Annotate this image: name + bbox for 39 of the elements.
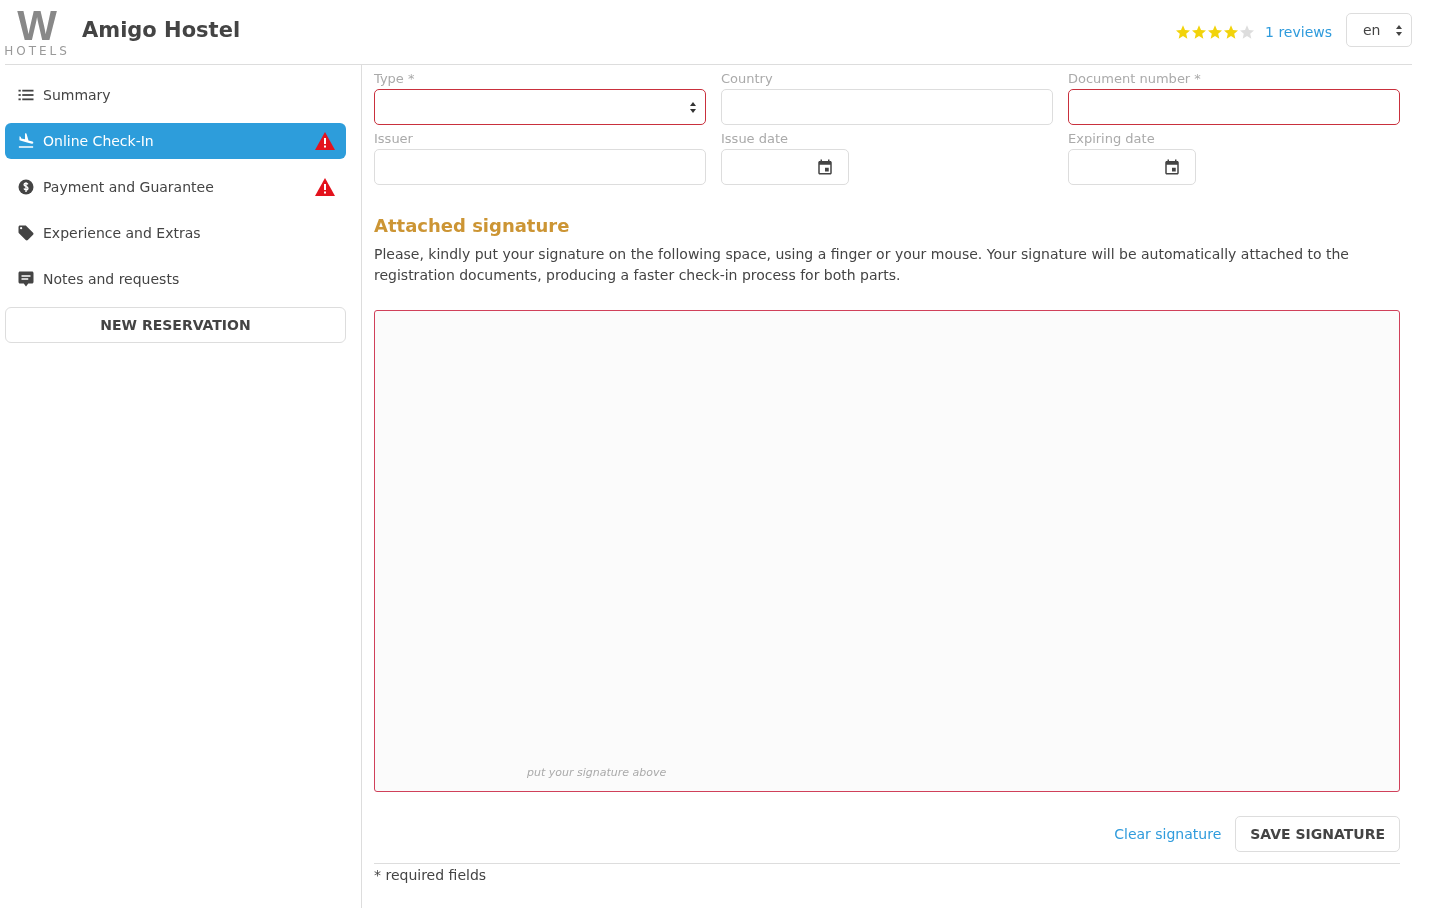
input-field[interactable]	[1068, 89, 1400, 125]
field-label: Document number *	[1068, 70, 1201, 88]
sidebar-item[interactable]: Payment and Guarantee	[5, 169, 346, 205]
sidebar-item[interactable]: Notes and requests	[5, 261, 346, 297]
field-label: Expiring date	[1068, 130, 1155, 148]
signature-description: Please, kindly put your signature on the following space, using a finger or your mouse. Your signature will be automatically attached to the registration documents, producing a faster check-in process for both parts.	[374, 245, 1350, 285]
chat-icon	[17, 270, 35, 288]
airplane-landing-icon	[17, 132, 35, 150]
signature-hint: put your signature above	[527, 766, 667, 779]
field-label: Issuer	[374, 130, 413, 148]
sidebar-item[interactable]: Summary	[5, 77, 346, 113]
warning-icon	[315, 132, 335, 150]
calendar-icon	[816, 158, 834, 176]
sidebar-item[interactable]: Experience and Extras	[5, 215, 346, 251]
star-icon	[1223, 24, 1240, 40]
field-label: Issue date	[721, 130, 789, 148]
select-field[interactable]	[374, 89, 706, 125]
date-field[interactable]	[1068, 149, 1196, 185]
language-select[interactable]: en	[1346, 13, 1412, 47]
star-icon	[1207, 24, 1224, 40]
section-heading: Attached signature	[374, 215, 571, 236]
save-signature-button[interactable]: SAVE SIGNATURE	[1235, 816, 1400, 852]
field-label: Country	[721, 70, 773, 88]
new-reservation-button[interactable]: NEW RESERVATION	[5, 307, 346, 343]
date-field[interactable]	[721, 149, 849, 185]
warning-icon	[315, 178, 335, 196]
tag-icon	[17, 224, 35, 242]
sort-caret-icon	[1396, 24, 1402, 36]
star-icon	[1239, 24, 1256, 40]
logo-text: HOTELS	[4, 44, 70, 58]
dollar-icon	[17, 178, 35, 196]
hotel-title: Amigo Hostel	[82, 18, 241, 42]
star-icon	[1191, 24, 1208, 40]
required-fields-note: * required fields	[374, 867, 488, 883]
star-icon	[1175, 24, 1192, 40]
logo-letter: W	[17, 8, 57, 44]
sort-caret-icon	[690, 101, 696, 113]
calendar-icon	[1163, 158, 1181, 176]
field-label: Type *	[374, 70, 415, 88]
